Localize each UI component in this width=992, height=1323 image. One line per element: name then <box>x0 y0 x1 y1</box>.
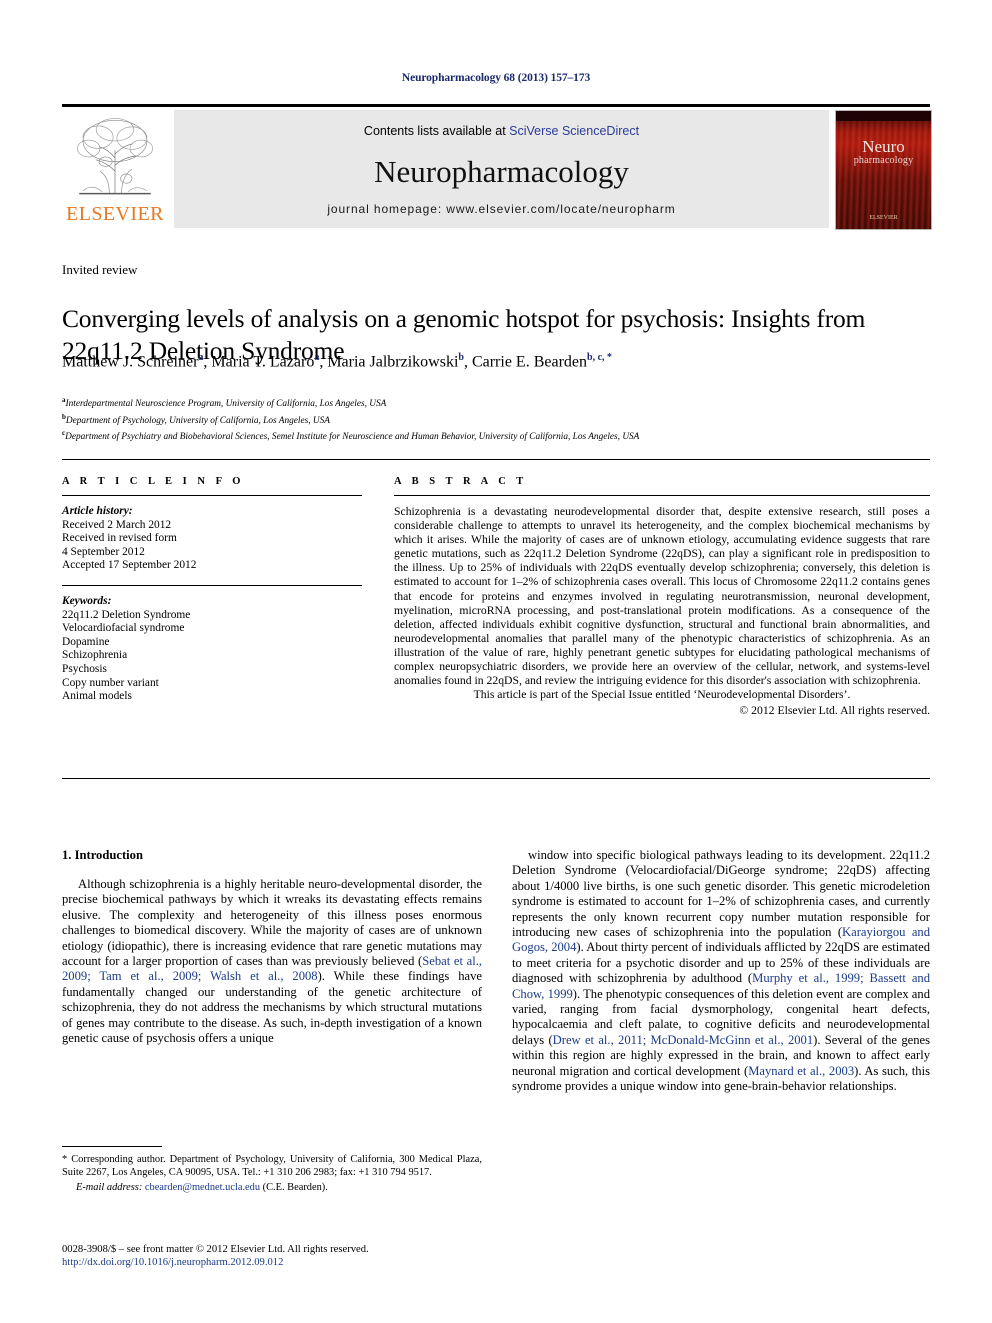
abstract-text: Schizophrenia is a devastating neurodeve… <box>394 505 930 688</box>
intro-paragraph-left: Although schizophrenia is a highly herit… <box>62 877 482 1046</box>
article-history-item: 4 September 2012 <box>62 545 145 558</box>
citation-link[interactable]: Maynard et al., 2003 <box>748 1064 854 1078</box>
author-name: Maria Jalbrzikowski <box>327 353 459 371</box>
author-affiliation-marker: b <box>458 352 464 363</box>
email-line: E-mail address: cbearden@mednet.ucla.edu… <box>62 1181 482 1194</box>
article-info-heading: A R T I C L E I N F O <box>62 476 245 487</box>
author-affiliation-marker: a <box>198 352 204 363</box>
cover-title-line1: Neuro <box>862 137 905 156</box>
keyword-item: Psychosis <box>62 662 107 675</box>
author-name: Carrie E. Bearden <box>471 353 588 371</box>
affiliation-item: cDepartment of Psychiatry and Biobehavio… <box>62 429 640 443</box>
contents-available-line: Contents lists available at SciVerse Sci… <box>174 124 829 138</box>
abstract-rule <box>394 495 930 496</box>
article-history-label: Article history: <box>62 505 133 517</box>
cover-top-bar <box>836 111 931 121</box>
abstract-special-issue-note: This article is part of the Special Issu… <box>473 688 851 702</box>
journal-cover-thumbnail: Neuro pharmacology ELSEVIER <box>835 110 932 230</box>
author-affiliation-marker: a <box>314 352 320 363</box>
body-text: Although schizophrenia is a highly herit… <box>62 877 482 969</box>
elsevier-wordmark: ELSEVIER <box>66 203 164 225</box>
sciencedirect-link[interactable]: SciVerse ScienceDirect <box>509 124 639 138</box>
email-owner: (C.E. Bearden). <box>260 1182 328 1194</box>
keywords-group: Keywords: 22q11.2 Deletion Syndrome Veloc… <box>62 595 362 704</box>
footnote-rule <box>62 1146 162 1147</box>
masthead-top-rule <box>62 104 930 107</box>
article-history-item: Received 2 March 2012 <box>62 518 172 531</box>
affiliation-item: bDepartment of Psychology, University of… <box>62 412 330 426</box>
affiliation-list: aInterdepartmental Neuroscience Program,… <box>62 394 930 444</box>
contents-prefix: Contents lists available at <box>363 124 510 138</box>
author-name: Matthew J. Schreiner <box>62 353 199 371</box>
article-info-column: A R T I C L E I N F O Article history: R… <box>62 476 362 704</box>
keyword-item: Dopamine <box>62 635 110 648</box>
doi-link[interactable]: http://dx.doi.org/10.1016/j.neuropharm.2… <box>62 1256 492 1269</box>
journal-homepage-link[interactable]: journal homepage: www.elsevier.com/locat… <box>174 202 829 216</box>
keyword-item: Velocardiofacial syndrome <box>62 622 185 635</box>
journal-article-page: Neuropharmacology 68 (2013) 157–173 ELSE… <box>0 0 992 1323</box>
email-link[interactable]: cbearden@mednet.ucla.edu <box>145 1182 260 1193</box>
affiliation-item: aInterdepartmental Neuroscience Program,… <box>62 396 387 410</box>
keyword-item: Animal models <box>62 690 132 703</box>
cover-title-line2: pharmacology <box>853 155 914 166</box>
journal-title: Neuropharmacology <box>374 154 629 189</box>
intro-paragraph-right: window into specific biological pathways… <box>512 848 930 1095</box>
elsevier-tree-icon <box>77 118 153 195</box>
article-info-rule <box>62 495 362 496</box>
citation-link[interactable]: Drew et al., 2011; McDonald-McGinn et al… <box>553 1033 813 1047</box>
masthead-panel: Contents lists available at SciVerse Sci… <box>174 110 829 228</box>
email-label: E-mail address: <box>76 1182 143 1194</box>
article-history-group: Article history: Received 2 March 2012 Re… <box>62 505 362 573</box>
article-type-label: Invited review <box>62 262 138 277</box>
keyword-items: 22q11.2 Deletion Syndrome Velocardiofacia… <box>62 609 362 704</box>
info-block-bottom-rule <box>62 778 930 779</box>
abstract-heading: A B S T R A C T <box>394 476 528 487</box>
body-column-right: window into specific biological pathways… <box>512 848 930 1095</box>
article-info-separator <box>62 584 362 586</box>
cover-publisher-seal: ELSEVIER <box>869 215 898 221</box>
author-affiliation-marker: b, c, * <box>587 352 613 363</box>
elsevier-logo: ELSEVIER <box>62 110 168 228</box>
author-name: Maria T. Lazaro <box>211 353 315 371</box>
keyword-item: Copy number variant <box>62 676 159 689</box>
imprint-block: 0028-3908/$ – see front matter © 2012 El… <box>62 1243 492 1270</box>
running-head: Neuropharmacology 68 (2013) 157–173 <box>401 72 591 84</box>
cover-artwork <box>836 111 931 229</box>
article-history-item: Received in revised form <box>62 532 177 545</box>
section-heading-introduction: 1. Introduction <box>62 848 143 862</box>
article-history-item: Accepted 17 September 2012 <box>62 559 197 572</box>
journal-masthead: ELSEVIER Contents lists available at Sci… <box>62 104 932 230</box>
keyword-item: Schizophrenia <box>62 649 128 662</box>
issn-front-matter: 0028-3908/$ – see front matter © 2012 El… <box>62 1244 369 1255</box>
corresponding-author-footnote: * Corresponding author. Department of Ps… <box>62 1153 482 1195</box>
article-history-items: Received 2 March 2012 Received in revised… <box>62 519 362 573</box>
body-column-left: 1. Introduction Although schizophrenia i… <box>62 848 482 1046</box>
keyword-item: 22q11.2 Deletion Syndrome <box>62 608 191 621</box>
keywords-label: Keywords: <box>62 594 112 607</box>
author-list: Matthew J. Schreinera, Maria T. Lazaroa,… <box>62 352 613 371</box>
abstract-copyright: © 2012 Elsevier Ltd. All rights reserved… <box>739 704 930 718</box>
corresponding-author-text: * Corresponding author. Department of Ps… <box>62 1154 482 1179</box>
abstract-column: A B S T R A C T Schizophrenia is a devas… <box>394 476 930 717</box>
info-block-top-rule <box>62 459 930 460</box>
